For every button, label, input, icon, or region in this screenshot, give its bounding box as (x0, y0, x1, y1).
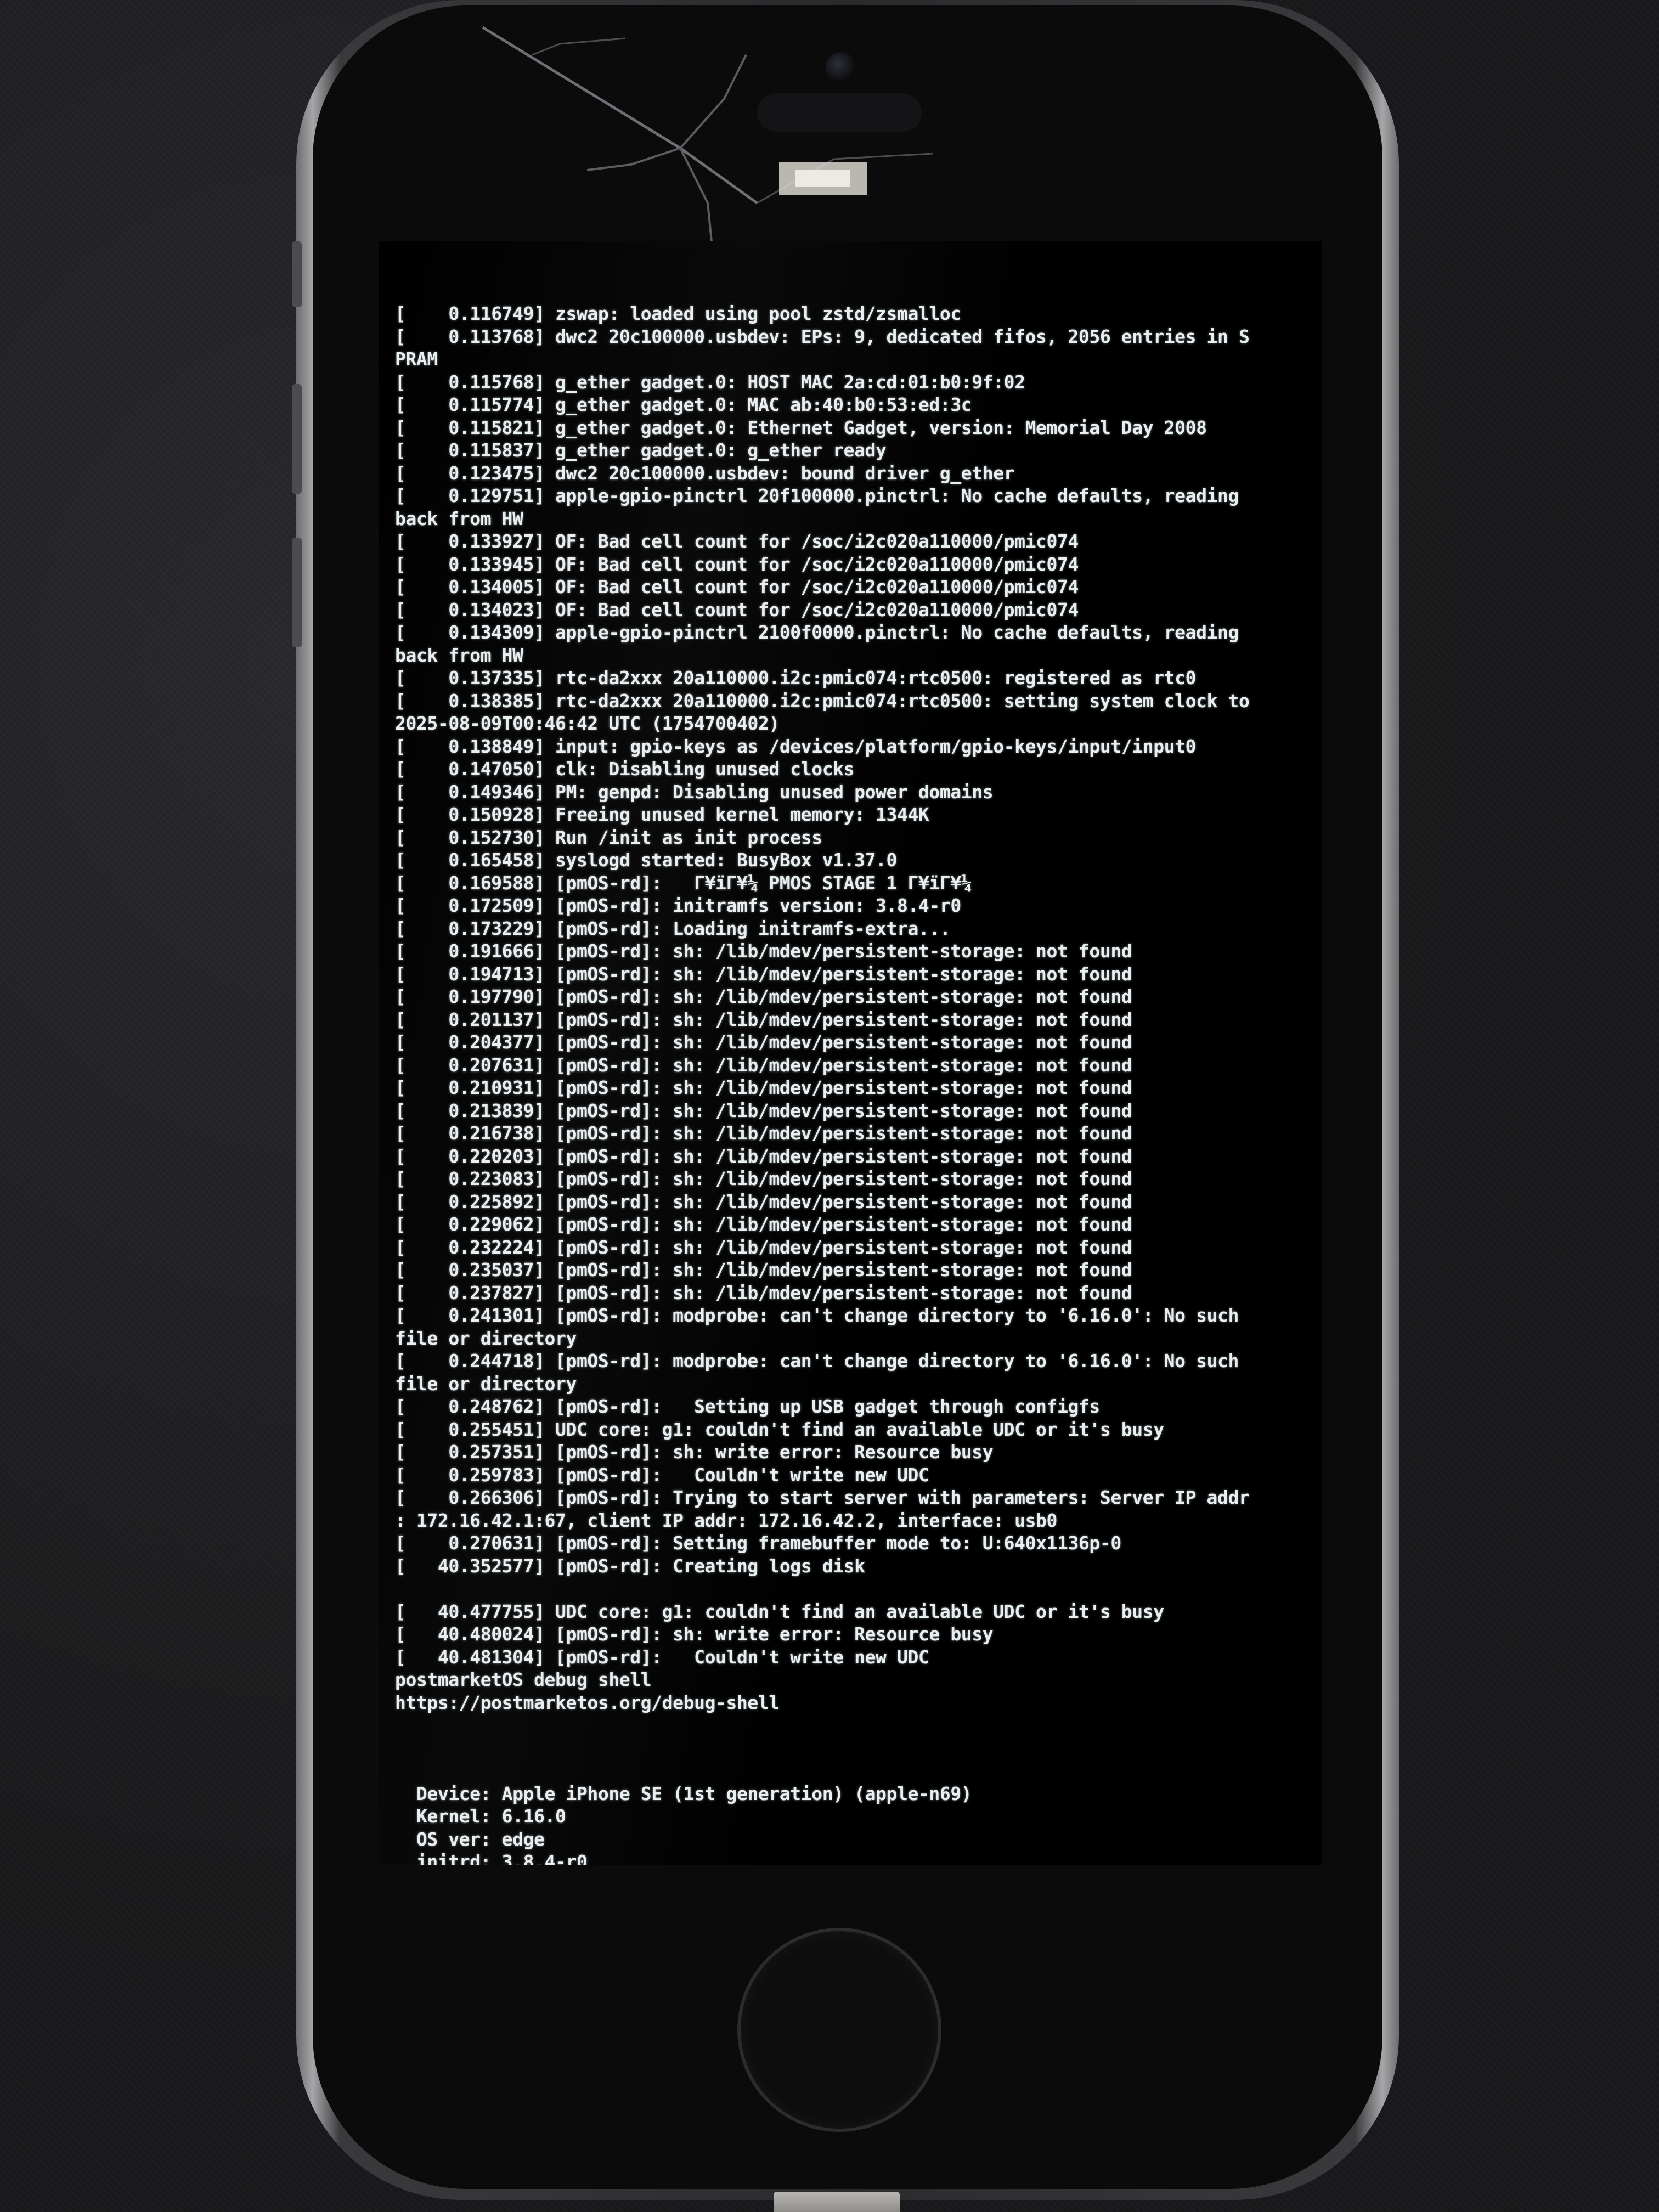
home-button[interactable] (741, 1931, 938, 2129)
log-line: [ 0.248762] [pmOS-rd]: Setting up USB ga… (395, 1396, 1100, 1417)
log-line: back from HW (395, 644, 523, 666)
log-line: 2025-08-09T00:46:42 UTC (1754700402) (395, 713, 780, 734)
log-line: file or directory (395, 1327, 577, 1349)
log-line: [ 0.133945] OF: Bad cell count for /soc/… (395, 553, 1079, 575)
log-line: [ 0.152730] Run /init as init process (395, 826, 822, 848)
log-line: [ 0.266306] [pmOS-rd]: Trying to start s… (395, 1487, 1250, 1508)
log-line: [ 0.134023] OF: Bad cell count for /soc/… (395, 599, 1079, 620)
log-line: [ 0.244718] [pmOS-rd]: modprobe: can't c… (395, 1350, 1239, 1372)
log-line: back from HW (395, 507, 523, 529)
log-line: [ 0.204377] [pmOS-rd]: sh: /lib/mdev/per… (395, 1031, 1132, 1053)
log-line: [ 0.201137] [pmOS-rd]: sh: /lib/mdev/per… (395, 1008, 1132, 1030)
log-line: [ 40.481304] [pmOS-rd]: Couldn't write n… (395, 1646, 929, 1668)
log-line: [ 0.115774] g_ether gadget.0: MAC ab:40:… (395, 394, 972, 415)
log-line: [ 0.213839] [pmOS-rd]: sh: /lib/mdev/per… (395, 1099, 1132, 1121)
log-line: [ 0.138849] input: gpio-keys as /devices… (395, 735, 1197, 757)
volume-down-button (292, 538, 302, 647)
log-line: [ 0.225892] [pmOS-rd]: sh: /lib/mdev/per… (395, 1190, 1132, 1212)
info-line: OS ver: edge (395, 1828, 545, 1850)
log-line: [ 0.229062] [pmOS-rd]: sh: /lib/mdev/per… (395, 1214, 1132, 1235)
log-line: [ 0.259783] [pmOS-rd]: Couldn't write ne… (395, 1464, 929, 1486)
device-screen[interactable]: [ 0.116749] zswap: loaded using pool zst… (379, 241, 1322, 1865)
log-line: [ 0.232224] [pmOS-rd]: sh: /lib/mdev/per… (395, 1236, 1132, 1258)
log-line: [ 40.352577] [pmOS-rd]: Creating logs di… (395, 1555, 865, 1577)
log-line: [ 0.115821] g_ether gadget.0: Ethernet G… (395, 416, 1207, 438)
log-line: [ 0.255451] UDC core: g1: couldn't find … (395, 1418, 1164, 1440)
log-line: [ 0.191666] [pmOS-rd]: sh: /lib/mdev/per… (395, 940, 1132, 962)
info-line: initrd: 3.8.4-r0 (395, 1851, 588, 1865)
log-line: [ 0.137335] rtc-da2xxx 20a110000.i2c:pmi… (395, 667, 1197, 689)
log-line: [ 0.270631] [pmOS-rd]: Setting framebuff… (395, 1532, 1121, 1554)
log-line: [ 40.480024] [pmOS-rd]: sh: write error:… (395, 1623, 994, 1645)
log-line: [ 0.223083] [pmOS-rd]: sh: /lib/mdev/per… (395, 1168, 1132, 1189)
log-line: [ 40.477755] UDC core: g1: couldn't find… (395, 1600, 1164, 1622)
terminal-console[interactable]: [ 0.116749] zswap: loaded using pool zst… (395, 257, 1311, 1865)
log-line: [ 0.237827] [pmOS-rd]: sh: /lib/mdev/per… (395, 1282, 1132, 1304)
log-line: file or directory (395, 1373, 577, 1395)
log-line: : 172.16.42.1:67, client IP addr: 172.16… (395, 1509, 1057, 1531)
log-line: [ 0.165458] syslogd started: BusyBox v1.… (395, 849, 897, 871)
log-line: [ 0.220203] [pmOS-rd]: sh: /lib/mdev/per… (395, 1145, 1132, 1167)
log-line: [ 0.134005] OF: Bad cell count for /soc/… (395, 576, 1079, 597)
info-line: Kernel: 6.16.0 (395, 1805, 566, 1827)
log-line: [ 0.134309] apple-gpio-pinctrl 2100f0000… (395, 622, 1239, 643)
boot-log: [ 0.116749] zswap: loaded using pool zst… (395, 302, 1311, 1737)
log-line: https://postmarketos.org/debug-shell (395, 1691, 780, 1713)
log-line: [ 0.257351] [pmOS-rd]: sh: write error: … (395, 1441, 994, 1463)
log-line: [ 0.147050] clk: Disabling unused clocks (395, 758, 855, 780)
log-line: [ 0.194713] [pmOS-rd]: sh: /lib/mdev/per… (395, 963, 1132, 985)
log-line: [ 0.172509] [pmOS-rd]: initramfs version… (395, 895, 961, 916)
volume-up-button (292, 384, 302, 494)
info-line: Device: Apple iPhone SE (1st generation)… (395, 1782, 972, 1804)
log-line: [ 0.241301] [pmOS-rd]: modprobe: can't c… (395, 1305, 1239, 1326)
log-line: postmarketOS debug shell (395, 1669, 652, 1690)
lightning-cable-connector (774, 2192, 900, 2212)
log-line: [ 0.129751] apple-gpio-pinctrl 20f100000… (395, 485, 1239, 506)
log-line: [ 0.138385] rtc-da2xxx 20a110000.i2c:pmi… (395, 690, 1250, 712)
log-line: [ 0.173229] [pmOS-rd]: Loading initramfs… (395, 917, 951, 939)
log-line: [ 0.207631] [pmOS-rd]: sh: /lib/mdev/per… (395, 1054, 1132, 1076)
log-line: [ 0.115768] g_ether gadget.0: HOST MAC 2… (395, 371, 1025, 393)
log-line: [ 0.149346] PM: genpd: Disabling unused … (395, 781, 994, 803)
log-line: [ 0.235037] [pmOS-rd]: sh: /lib/mdev/per… (395, 1259, 1132, 1280)
log-line: PRAM (395, 348, 438, 370)
log-line: [ 0.116749] zswap: loaded using pool zst… (395, 303, 961, 324)
log-line: [ 0.197790] [pmOS-rd]: sh: /lib/mdev/per… (395, 986, 1132, 1007)
log-line: [ 0.150928] Freeing unused kernel memory… (395, 804, 929, 825)
log-line: [ 0.210931] [pmOS-rd]: sh: /lib/mdev/per… (395, 1077, 1132, 1098)
log-line: [ 0.169588] [pmOS-rd]: Γ¥ïΓ¥¼ PMOS STAGE… (395, 872, 972, 894)
log-line: [ 0.113768] dwc2 20c100000.usbdev: EPs: … (395, 325, 1250, 347)
log-line: [ 0.216738] [pmOS-rd]: sh: /lib/mdev/per… (395, 1122, 1132, 1144)
log-line: [ 0.123475] dwc2 20c100000.usbdev: bound… (395, 462, 1015, 484)
log-line: [ 0.115837] g_ether gadget.0: g_ether re… (395, 439, 887, 461)
debug-shell-info: Device: Apple iPhone SE (1st generation)… (395, 1782, 1311, 1866)
mute-switch (292, 241, 302, 307)
log-line: [ 0.133927] OF: Bad cell count for /soc/… (395, 531, 1079, 552)
